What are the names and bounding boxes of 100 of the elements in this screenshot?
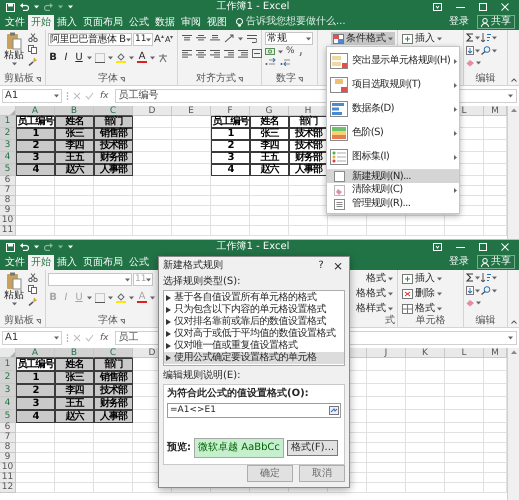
column-header: G bbox=[250, 106, 289, 116]
row-header: 9 bbox=[0, 206, 16, 216]
window-title: 工作簿1 - Excel bbox=[216, 242, 290, 252]
table-cell: 技术部 bbox=[94, 140, 133, 152]
group-label: 编辑 bbox=[476, 74, 496, 84]
table-cell: 2 bbox=[211, 140, 250, 152]
group-label: 单元格 bbox=[416, 316, 446, 326]
row-header: 4 bbox=[0, 152, 16, 164]
table-cell: 张三 bbox=[55, 128, 94, 140]
group-label: 剪贴板 bbox=[4, 74, 34, 84]
row-header: 2 bbox=[0, 371, 16, 384]
column-header: F bbox=[211, 106, 250, 116]
column-header: K bbox=[406, 348, 445, 358]
table-cell: 李四 bbox=[55, 384, 94, 397]
row-header: 2 bbox=[0, 128, 16, 140]
table-cell: 人事部 bbox=[289, 164, 328, 176]
row-header: 3 bbox=[0, 140, 16, 152]
field-label: 选择规则类型(S): bbox=[163, 277, 241, 287]
table-cell: 3 bbox=[211, 152, 250, 164]
column-header: A bbox=[16, 106, 55, 116]
column-header: M bbox=[484, 106, 507, 116]
preview-label: 预览: bbox=[167, 443, 191, 453]
table-cell: 3 bbox=[16, 152, 55, 164]
table-cell: 4 bbox=[211, 164, 250, 176]
table-cell: 部门 bbox=[94, 358, 133, 371]
table-cell: 王五 bbox=[55, 152, 94, 164]
row-header: 4 bbox=[0, 397, 16, 410]
row-header: 8 bbox=[0, 443, 16, 453]
table-cell: 2 bbox=[16, 384, 55, 397]
column-header: D bbox=[133, 106, 172, 116]
group-label: 对齐方式 bbox=[196, 74, 236, 84]
column-header: C bbox=[94, 106, 133, 116]
group-label: 数字 bbox=[276, 74, 296, 84]
column-header: B bbox=[55, 348, 94, 358]
table-cell: 技术部 bbox=[289, 140, 328, 152]
table-cell: 1 bbox=[16, 371, 55, 384]
table-cell: 员工编号 bbox=[16, 116, 55, 128]
table-cell: 张三 bbox=[250, 128, 289, 140]
table-cell: 部门 bbox=[289, 116, 328, 128]
table-cell: 1 bbox=[16, 128, 55, 140]
table-cell: 姓名 bbox=[55, 116, 94, 128]
row-header: 9 bbox=[0, 453, 16, 463]
table-cell: 3 bbox=[16, 397, 55, 410]
table-cell: 李四 bbox=[250, 140, 289, 152]
preview-box: 微软卓越 AaBbCc bbox=[194, 438, 284, 458]
table-cell: 姓名 bbox=[55, 358, 94, 371]
row-header: 11 bbox=[0, 226, 16, 236]
table-cell: 王五 bbox=[55, 397, 94, 410]
table-cell: 姓名 bbox=[250, 116, 289, 128]
table-cell: 1 bbox=[211, 128, 250, 140]
field-label: 为符合此公式的值设置格式(O): bbox=[167, 389, 309, 399]
row-header: 7 bbox=[0, 186, 16, 196]
row-header: 1 bbox=[0, 116, 16, 128]
row-header: 3 bbox=[0, 384, 16, 397]
row-header: 7 bbox=[0, 433, 16, 443]
dialog-title: 新建格式规则 bbox=[163, 261, 224, 271]
row-header: 6 bbox=[0, 423, 16, 433]
row-header: 8 bbox=[0, 196, 16, 206]
table-cell: 赵六 bbox=[55, 410, 94, 423]
row-header: 5 bbox=[0, 410, 16, 423]
column-header: H bbox=[289, 106, 328, 116]
table-cell: 张三 bbox=[55, 371, 94, 384]
column-header: B bbox=[55, 106, 94, 116]
column-header: M bbox=[484, 348, 507, 358]
field-label: 编辑规则说明(E): bbox=[163, 371, 240, 381]
row-header: 5 bbox=[0, 164, 16, 176]
table-cell: 部门 bbox=[94, 116, 133, 128]
group-label: 字体 bbox=[98, 74, 118, 84]
table-cell: 员工编号 bbox=[16, 358, 55, 371]
table-cell: 销售部 bbox=[94, 371, 133, 384]
window-title: 工作簿1 - Excel bbox=[216, 2, 290, 12]
table-cell: 销售部 bbox=[94, 128, 133, 140]
column-header: C bbox=[94, 348, 133, 358]
table-cell: 技术部 bbox=[94, 384, 133, 397]
column-header: E bbox=[172, 106, 211, 116]
table-cell: 4 bbox=[16, 164, 55, 176]
row-header: 12 bbox=[0, 483, 16, 493]
row-header: 1 bbox=[0, 358, 16, 371]
table-cell: 2 bbox=[16, 140, 55, 152]
table-cell: 赵六 bbox=[250, 164, 289, 176]
table-cell: 财务部 bbox=[94, 397, 133, 410]
row-header: 10 bbox=[0, 216, 16, 226]
column-header: J bbox=[367, 348, 406, 358]
column-header: L bbox=[445, 348, 484, 358]
column-header: A bbox=[16, 348, 55, 358]
table-cell: 人事部 bbox=[94, 164, 133, 176]
table-cell: 人事部 bbox=[94, 410, 133, 423]
group-label: 剪贴板 bbox=[4, 316, 34, 326]
row-header: 6 bbox=[0, 176, 16, 186]
table-cell: 赵六 bbox=[55, 164, 94, 176]
group-label: 编辑 bbox=[476, 316, 496, 326]
table-cell: 4 bbox=[16, 410, 55, 423]
table-cell: 王五 bbox=[250, 152, 289, 164]
table-cell: 财务部 bbox=[289, 152, 328, 164]
table-cell: 财务部 bbox=[94, 152, 133, 164]
table-cell: 李四 bbox=[55, 140, 94, 152]
table-cell: 员工编号 bbox=[211, 116, 250, 128]
group-label: 字体 bbox=[98, 316, 118, 326]
table-cell: 技术部 bbox=[289, 128, 328, 140]
row-header: 10 bbox=[0, 463, 16, 473]
